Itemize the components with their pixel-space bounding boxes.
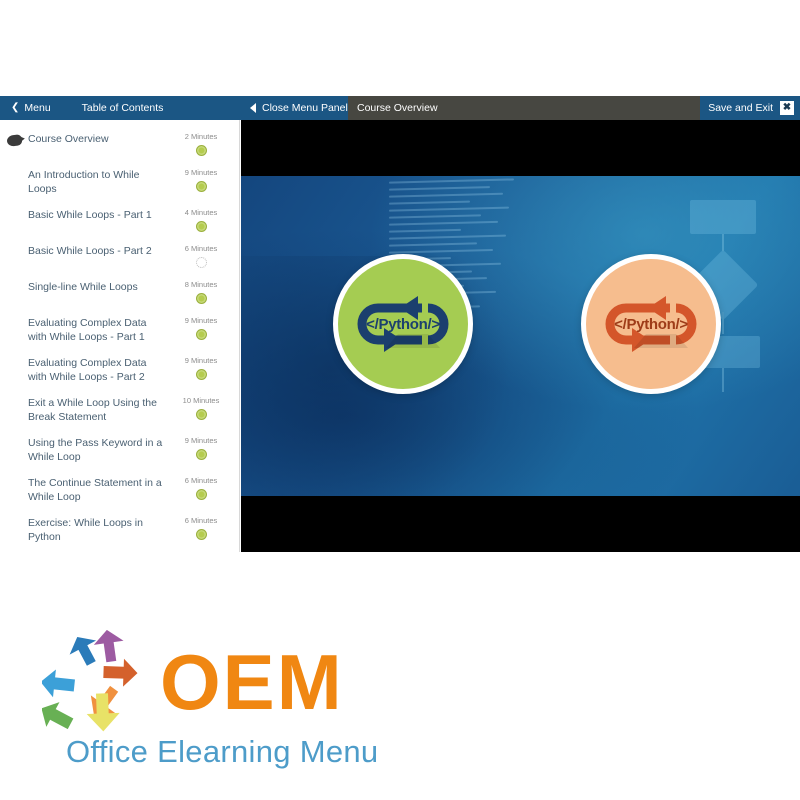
menu-button-label: Menu xyxy=(24,102,51,114)
toc-item-status-indicator xyxy=(195,409,207,420)
toc-item-duration: 8 Minutes xyxy=(184,280,218,289)
oem-logo-text: OEM xyxy=(160,638,344,726)
toc-item-label: Basic While Loops - Part 1 xyxy=(28,209,152,221)
python-badge-text-green: </Python/> xyxy=(366,315,440,333)
toc-item-duration: 2 Minutes xyxy=(184,132,218,141)
toc-item[interactable]: The Continue Statement in a While Loop 6 … xyxy=(0,470,232,510)
close-menu-panel-label: Close Menu Panel xyxy=(262,102,348,114)
toc-item-meta: 6 Minutes xyxy=(170,516,232,540)
current-lesson-pointer-icon xyxy=(5,134,23,147)
toc-item-meta: 9 Minutes xyxy=(170,316,232,340)
toc-item-label: Exercise: While Loops in Python xyxy=(28,517,143,543)
toc-item-meta: 8 Minutes xyxy=(170,280,232,304)
toc-item-meta: 6 Minutes xyxy=(170,244,232,268)
menu-button[interactable]: ❮ Menu xyxy=(0,96,51,120)
toc-item-label: Course Overview xyxy=(28,133,109,145)
toc-item-label: Single-line While Loops xyxy=(28,281,138,293)
toc-item[interactable]: Basic While Loops - Part 1 4 Minutes xyxy=(0,202,232,238)
toc-item-label: Evaluating Complex Data with While Loops… xyxy=(28,357,147,383)
toc-item[interactable]: An Introduction to While Loops 9 Minutes xyxy=(0,162,232,202)
toc-item-status-indicator xyxy=(195,257,207,268)
toc-item-status-indicator xyxy=(195,181,207,192)
slide-canvas: </Python/> </Python/> xyxy=(241,176,800,496)
toc-item-marker xyxy=(0,316,28,319)
oem-tagline: Office Elearning Menu xyxy=(66,734,379,769)
brand-footer: OEM Office Elearning Menu xyxy=(0,612,800,800)
toc-item-status-indicator xyxy=(195,329,207,340)
toc-item-label: Basic While Loops - Part 2 xyxy=(28,245,152,257)
python-loop-badge-orange: </Python/> xyxy=(581,254,721,394)
toc-item-duration: 4 Minutes xyxy=(184,208,218,217)
toc-item-marker xyxy=(0,168,28,171)
toc-item-duration: 9 Minutes xyxy=(184,316,218,325)
toc-item-label: Using the Pass Keyword in a While Loop xyxy=(28,437,163,463)
loop-graphic-green: </Python/> xyxy=(344,288,462,360)
toc-item[interactable]: Single-line While Loops 8 Minutes xyxy=(0,274,232,310)
toc-item[interactable]: Evaluating Complex Data with While Loops… xyxy=(0,310,232,350)
toc-item[interactable]: Basic While Loops - Part 2 6 Minutes xyxy=(0,238,232,274)
toolbar-left-section: ❮ Menu Table of Contents xyxy=(0,96,240,120)
toc-item-marker xyxy=(0,132,28,147)
toc-item-duration: 9 Minutes xyxy=(184,356,218,365)
toc-item-status-indicator xyxy=(195,221,207,232)
table-of-contents-panel[interactable]: Course Overview 2 Minutes An Introduction … xyxy=(0,120,240,552)
toc-item[interactable]: Course Test9 Questions xyxy=(0,550,232,552)
toc-item-duration: 10 Minutes xyxy=(182,396,220,405)
toc-item-label: Evaluating Complex Data with While Loops… xyxy=(28,317,147,343)
toc-item-status-indicator xyxy=(195,293,207,304)
slide-stage[interactable]: </Python/> </Python/> xyxy=(241,120,800,552)
toc-item-status-indicator xyxy=(195,145,207,156)
toc-item[interactable]: Course Overview 2 Minutes xyxy=(0,126,232,162)
chevron-left-icon: ❮ xyxy=(11,102,20,113)
python-loop-badge-green: </Python/> xyxy=(333,254,473,394)
table-of-contents-title: Table of Contents xyxy=(81,102,164,114)
toc-item[interactable]: Evaluating Complex Data with While Loops… xyxy=(0,350,232,390)
toc-item-marker xyxy=(0,436,28,439)
toc-item-duration: 6 Minutes xyxy=(184,476,218,485)
toc-item-marker xyxy=(0,280,28,283)
save-and-exit-button[interactable]: Save and Exit xyxy=(708,102,773,114)
toc-item-meta: 2 Minutes xyxy=(170,132,232,156)
toc-item-marker xyxy=(0,516,28,519)
close-icon[interactable]: ✖ xyxy=(780,101,794,115)
toc-item-marker xyxy=(0,476,28,479)
toc-item-label: An Introduction to While Loops xyxy=(28,169,140,195)
toc-item-meta: 9 Minutes xyxy=(170,168,232,192)
toc-item-meta: 9 Minutes xyxy=(170,356,232,380)
toolbar-right-section: Save and Exit ✖ xyxy=(700,96,800,120)
toc-item-meta: 10 Minutes xyxy=(170,396,232,420)
table-of-contents-list: Course Overview 2 Minutes An Introduction … xyxy=(0,120,232,552)
loop-graphic-orange: </Python/> xyxy=(592,288,710,360)
course-player-window: ❮ Menu Table of Contents Close Menu Pane… xyxy=(0,96,800,552)
toc-item-meta: 4 Minutes xyxy=(170,208,232,232)
python-badge-text-orange: </Python/> xyxy=(614,315,688,333)
oem-logo: OEM Office Elearning Menu xyxy=(42,624,402,784)
toc-item[interactable]: Exercise: While Loops in Python 6 Minutes xyxy=(0,510,232,550)
toc-item-marker xyxy=(0,208,28,211)
toc-item-marker xyxy=(0,356,28,359)
toc-item-meta: 9 Minutes xyxy=(170,436,232,460)
toc-item[interactable]: Using the Pass Keyword in a While Loop 9 … xyxy=(0,430,232,470)
toc-item-marker xyxy=(0,396,28,399)
player-toolbar: ❮ Menu Table of Contents Close Menu Pane… xyxy=(0,96,800,120)
triangle-left-icon xyxy=(250,103,256,113)
arrow-cluster-icon xyxy=(42,630,138,732)
toc-item-status-indicator xyxy=(195,489,207,500)
toc-item-duration: 6 Minutes xyxy=(184,244,218,253)
toc-item-duration: 9 Minutes xyxy=(184,168,218,177)
toc-item-status-indicator xyxy=(195,529,207,540)
toc-item-label: Exit a While Loop Using the Break Statem… xyxy=(28,397,157,423)
toc-item-marker xyxy=(0,244,28,247)
toc-item-meta: 6 Minutes xyxy=(170,476,232,500)
toc-item-status-indicator xyxy=(195,449,207,460)
toc-item-label: The Continue Statement in a While Loop xyxy=(28,477,162,503)
toc-item[interactable]: Exit a While Loop Using the Break Statem… xyxy=(0,390,232,430)
current-lesson-title: Course Overview xyxy=(357,102,438,114)
current-lesson-title-bar: Course Overview xyxy=(348,96,700,120)
toc-item-duration: 6 Minutes xyxy=(184,516,218,525)
toc-item-status-indicator xyxy=(195,369,207,380)
toc-item-duration: 9 Minutes xyxy=(184,436,218,445)
close-menu-panel-button[interactable]: Close Menu Panel xyxy=(240,96,348,120)
